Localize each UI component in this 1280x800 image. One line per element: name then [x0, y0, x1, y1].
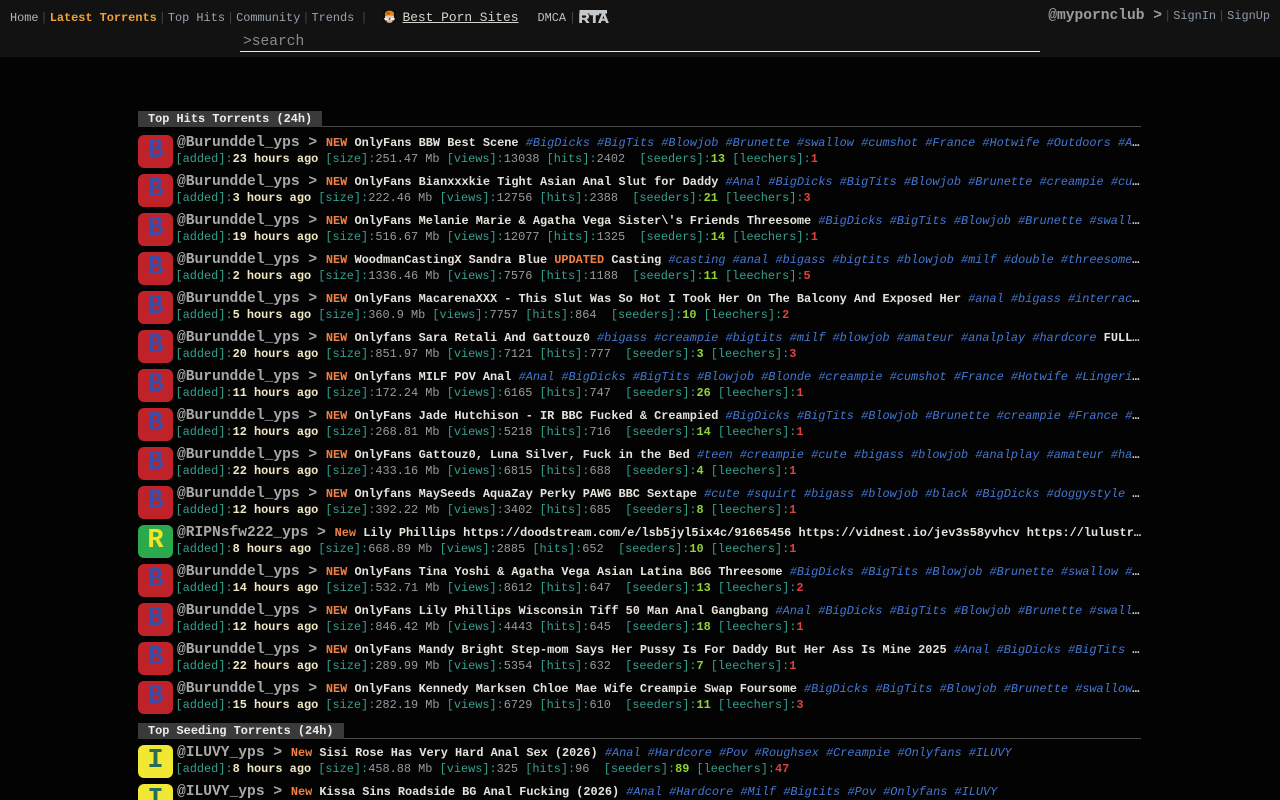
svg-text:RTA: RTA	[579, 11, 609, 23]
